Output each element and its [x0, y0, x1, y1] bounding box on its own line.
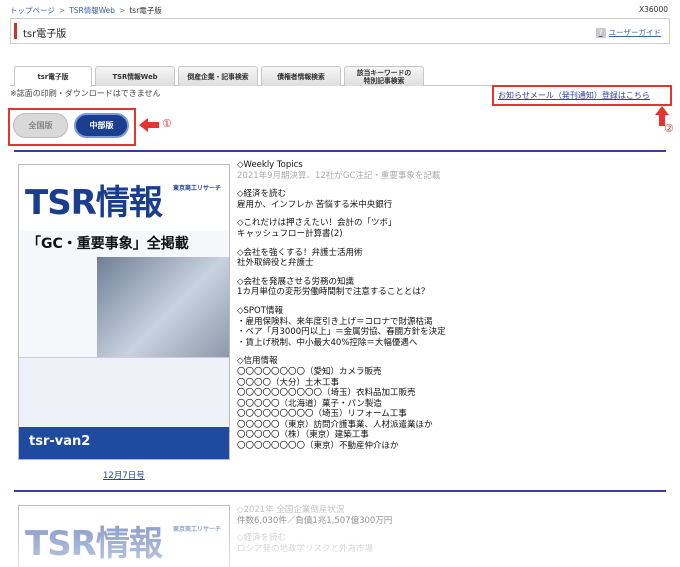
- table-of-contents-2: ◇2021年 全国企業倒産状況 件数6,030件／負債1兆1,507億300万円…: [237, 505, 392, 555]
- breadcrumb-separator: >: [58, 6, 66, 15]
- help-icon: ?: [595, 27, 606, 38]
- cover-building-photo: [97, 257, 229, 357]
- magazine-cover-2[interactable]: TSR情報 東京商工リサーチ: [18, 505, 230, 567]
- toc-heading: ◇Weekly Topics: [237, 160, 303, 170]
- page-title: tsr電子版: [23, 29, 67, 40]
- toc-line: 〇〇〇〇〇（株）（東京）建築工事: [237, 430, 369, 441]
- cover-publisher: 東京商工リサーチ: [172, 526, 221, 533]
- marker-one: ①: [162, 117, 172, 130]
- user-guide-link[interactable]: ? ユーザーガイド: [595, 27, 661, 38]
- toc-heading: ◇信用情報: [237, 356, 278, 367]
- toc-line: 〇〇〇〇〇（東京）訪問介護事業、人材派遣業ほか: [237, 419, 433, 430]
- tab-bankruptcy-search[interactable]: 倒産企業・記事検索: [178, 66, 258, 86]
- tab-bar: tsr電子版 TSR情報Web 倒産企業・記事検索 債権者情報検索 該当キーワー…: [10, 62, 670, 87]
- toc-line: ・ベア「月3000円以上」＝金属労協、春闘方針を決定: [237, 327, 446, 338]
- cover-banner-text: tsr-van2: [29, 434, 91, 449]
- national-edition-button[interactable]: 全国版: [13, 113, 68, 138]
- breadcrumb-current: tsr電子版: [129, 6, 162, 15]
- breadcrumb-link-tsr-web[interactable]: TSR情報Web: [69, 6, 115, 15]
- toc-line: 〇〇〇〇〇〇〇〇〇（埼玉）リフォーム工事: [237, 409, 407, 420]
- toc-line: 1カ月単位の変形労働時間制で注意することとは？: [237, 287, 430, 298]
- tab-label: TSR情報Web: [112, 72, 158, 81]
- breadcrumb-separator: >: [119, 6, 126, 15]
- mail-notification-link[interactable]: お知らせメール（発刊通知）登録はこちら: [498, 90, 650, 101]
- chubu-edition-button[interactable]: 中部版: [74, 113, 129, 138]
- toc-line: 〇〇〇〇〇〇〇〇〇〇（埼玉）衣料品加工販売: [237, 388, 416, 399]
- toc-heading: ◇これだけは押さえたい！会計の「ツボ」: [237, 218, 397, 229]
- breadcrumb-link-top[interactable]: トップページ: [10, 6, 55, 15]
- tab-label: 倒産企業・記事検索: [187, 72, 249, 81]
- magazine-cover[interactable]: TSR情報 東京商工リサーチ 「GC・重要事象」全掲載 tsr-van2: [18, 164, 230, 460]
- toc-heading: ◇2021年 全国企業倒産状況: [237, 505, 345, 515]
- cover-logo: TSR情報: [25, 183, 163, 223]
- toc-line: 2021年9月期決算、12社がGC注記・重要事象を記載: [237, 170, 441, 181]
- user-guide-label: ユーザーガイド: [608, 28, 661, 37]
- title-accent-bar: [14, 23, 17, 39]
- toc-line: 社外取締役と弁護士: [237, 258, 314, 269]
- tab-tsr-web[interactable]: TSR情報Web: [95, 66, 175, 86]
- cover-logo: TSR情報: [25, 524, 163, 564]
- tab-tsr-digital[interactable]: tsr電子版: [14, 66, 92, 87]
- top-bar: トップページ > TSR情報Web > tsr電子版 X36000: [0, 0, 680, 16]
- tab-creditor-search[interactable]: 債権者情報検索: [261, 66, 341, 86]
- cover-contents-area: [19, 357, 229, 427]
- toc-line: 件数6,030件／負債1兆1,507億300万円: [237, 516, 393, 526]
- cover-headline: 「GC・重要事象」全掲載: [27, 236, 189, 252]
- tab-label: tsr電子版: [37, 73, 69, 81]
- page-title-bar: tsr電子版 ? ユーザーガイド: [10, 18, 670, 44]
- divider-top: [14, 150, 666, 152]
- toc-heading: ◇会社を発展させる労務の知識: [237, 276, 355, 287]
- toc-heading: ◇経済を読む: [237, 533, 287, 543]
- toc-line: 〇〇〇〇〇〇〇〇（愛知）カメラ販売: [237, 366, 382, 377]
- toc-line: ・雇用保険料、来年度引き上げ＝コロナで財源枯渇: [237, 316, 433, 327]
- toc-heading: ◇SPOT情報: [237, 305, 283, 316]
- marker-two: ②: [664, 122, 674, 135]
- tab-special-article-search[interactable]: 該当キーワードの 特別記事検索: [344, 66, 424, 86]
- breadcrumb: トップページ > TSR情報Web > tsr電子版: [10, 5, 162, 16]
- toc-line: 〇〇〇〇〇〇〇〇（東京）不動産仲介ほか: [237, 441, 399, 452]
- cover-banner: tsr-van2: [19, 427, 229, 459]
- arrow-left-icon: [139, 118, 159, 132]
- table-of-contents: ◇Weekly Topics 2021年9月期決算、12社がGC注記・重要事象を…: [237, 160, 446, 452]
- user-id: X36000: [639, 5, 668, 14]
- divider-bottom: [14, 490, 666, 492]
- toc-line: 雇用か、インフレか 苦悩する米中央銀行: [237, 199, 393, 210]
- toc-heading: ◇会社を強くする！弁護士活用術: [237, 247, 363, 258]
- toc-line: 〇〇〇〇〇（北海道）菓子・パン製造: [237, 398, 382, 409]
- print-notice: ※誌面の印刷・ダウンロードはできません: [10, 89, 161, 98]
- toc-line: 〇〇〇〇（大分）土木工事: [237, 377, 340, 388]
- cover-publisher: 東京商工リサーチ: [172, 185, 221, 192]
- toc-heading: ◇経済を読む: [237, 189, 287, 200]
- toc-line: ロシア発の地政学リスクと外為市場: [237, 544, 374, 554]
- tab-label: 債権者情報検索: [277, 72, 325, 81]
- issue-date-link[interactable]: 12月7日号: [103, 469, 145, 481]
- toc-line: ・賃上げ税制、中小最大40%控除＝大幅優遇へ: [237, 337, 418, 348]
- toc-line: キャッシュフロー計算書(2): [237, 228, 343, 239]
- tab-label: 該当キーワードの 特別記事検索: [356, 68, 412, 85]
